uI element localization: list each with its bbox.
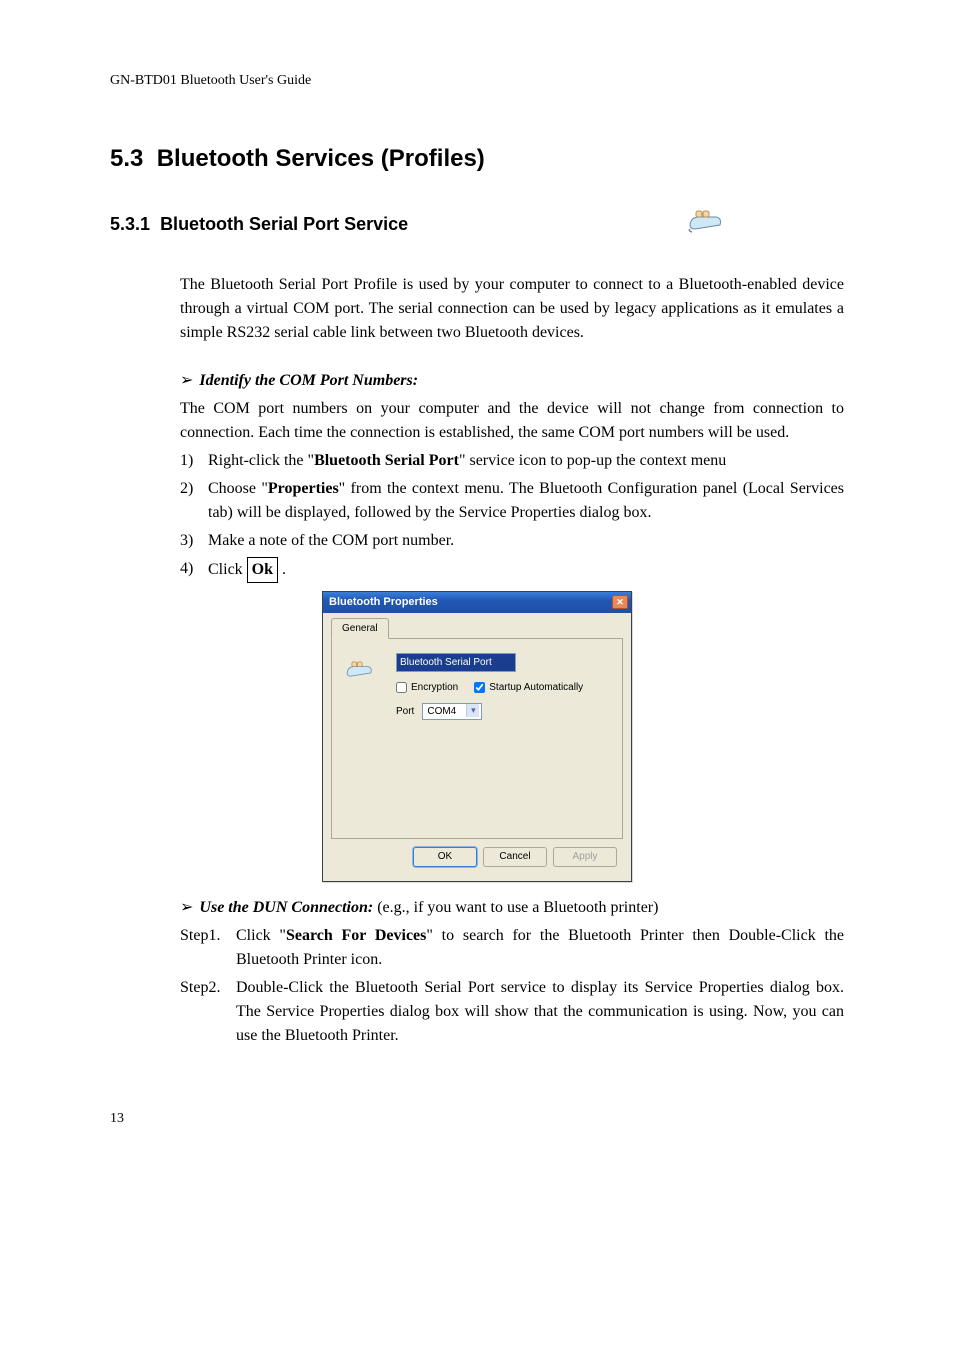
arrow-icon: ➢: [180, 372, 193, 389]
step-num: 3): [180, 529, 208, 553]
step3-text: Make a note of the COM port number.: [208, 529, 844, 553]
dialog-titlebar[interactable]: Bluetooth Properties ✕: [323, 592, 631, 613]
identify-paragraph: The COM port numbers on your computer an…: [180, 397, 844, 445]
encryption-checkbox-input[interactable]: [396, 682, 407, 693]
section-number: 5.3: [110, 145, 143, 172]
bluetooth-serial-icon: [344, 657, 374, 686]
step4-b: .: [278, 561, 286, 578]
ok-boxed-text: Ok: [247, 557, 278, 583]
close-icon[interactable]: ✕: [612, 595, 628, 609]
section-title-text: Bluetooth Services (Profiles): [157, 145, 485, 172]
dun-heading: ➢Use the DUN Connection: (e.g., if you w…: [180, 896, 844, 920]
dun-step1-b: Search For Devices: [286, 927, 426, 944]
service-name-input[interactable]: Bluetooth Serial Port: [396, 653, 516, 672]
page-header: GN-BTD01 Bluetooth User's Guide: [110, 70, 844, 91]
dun-heading-text: Use the DUN Connection:: [199, 896, 373, 920]
subsection-title-text: Bluetooth Serial Port Service: [160, 214, 408, 234]
step-1: 1) Right-click the "Bluetooth Serial Por…: [180, 449, 844, 473]
step-4: 4) Click Ok .: [180, 557, 844, 583]
startup-checkbox-input[interactable]: [474, 682, 485, 693]
step1-c: " service icon to pop-up the context men…: [459, 452, 726, 469]
dun-step2-text: Double-Click the Bluetooth Serial Port s…: [236, 976, 844, 1048]
dun-step1-label: Step1.: [180, 924, 236, 948]
dun-step1-a: Click ": [236, 927, 286, 944]
bluetooth-serial-icon: [686, 205, 724, 243]
dun-step2: Step2. Double-Click the Bluetooth Serial…: [180, 976, 844, 1048]
arrow-icon: ➢: [180, 896, 193, 920]
apply-button[interactable]: Apply: [553, 847, 617, 867]
step-num: 2): [180, 477, 208, 525]
step4-a: Click: [208, 561, 247, 578]
startup-checkbox[interactable]: Startup Automatically: [474, 680, 583, 695]
step-3: 3) Make a note of the COM port number.: [180, 529, 844, 553]
identify-heading-text: Identify the COM Port Numbers:: [199, 372, 418, 389]
section-heading: 5.3 Bluetooth Services (Profiles): [110, 141, 844, 177]
dun-step1: Step1. Click "Search For Devices" to sea…: [180, 924, 844, 972]
intro-paragraph: The Bluetooth Serial Port Profile is use…: [180, 273, 844, 345]
startup-label: Startup Automatically: [489, 680, 583, 695]
cancel-button[interactable]: Cancel: [483, 847, 547, 867]
step1-b: Bluetooth Serial Port: [314, 452, 459, 469]
page-number: 13: [110, 1108, 844, 1129]
step1-a: Right-click the ": [208, 452, 314, 469]
step-num: 4): [180, 557, 208, 583]
tab-general[interactable]: General: [331, 618, 389, 639]
step-num: 1): [180, 449, 208, 473]
ok-button[interactable]: OK: [413, 847, 477, 867]
step-2: 2) Choose "Properties" from the context …: [180, 477, 844, 525]
identify-heading: ➢ Identify the COM Port Numbers:: [180, 369, 844, 393]
port-label: Port: [396, 704, 414, 719]
step2-b: Properties: [268, 480, 339, 497]
dun-heading-tail: (e.g., if you want to use a Bluetooth pr…: [377, 896, 658, 920]
bluetooth-properties-dialog: Bluetooth Properties ✕ General: [322, 591, 632, 882]
encryption-checkbox[interactable]: Encryption: [396, 680, 458, 695]
subsection-number: 5.3.1: [110, 214, 150, 234]
encryption-label: Encryption: [411, 680, 458, 695]
step2-a: Choose ": [208, 480, 268, 497]
port-select[interactable]: COM4: [422, 703, 482, 720]
subsection-heading: 5.3.1 Bluetooth Serial Port Service: [110, 211, 408, 238]
dun-step2-label: Step2.: [180, 976, 236, 1000]
dialog-title: Bluetooth Properties: [329, 594, 438, 611]
